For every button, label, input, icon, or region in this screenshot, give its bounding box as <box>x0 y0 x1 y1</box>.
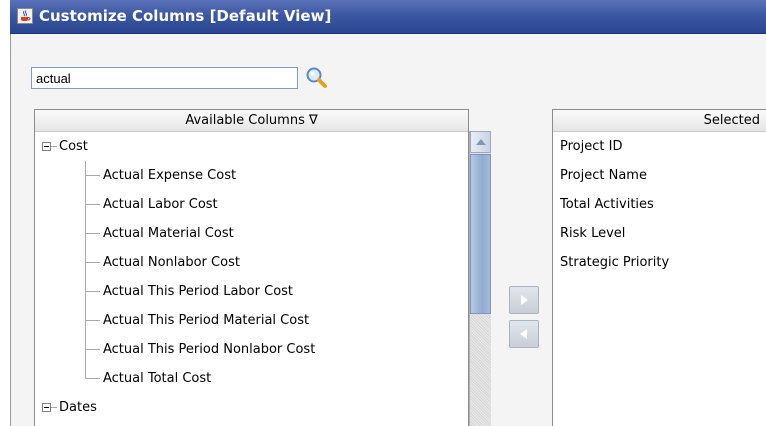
tree-connector <box>86 175 100 176</box>
arrow-up-icon <box>476 139 486 145</box>
list-item[interactable]: Actual This Period Material Cost <box>35 306 468 335</box>
add-column-button[interactable] <box>509 286 539 314</box>
tree-category-dates[interactable]: Dates <box>35 393 468 422</box>
tree-connector <box>86 378 100 379</box>
column-label: Actual Labor Cost <box>103 197 218 212</box>
list-item[interactable]: Actual Expense Cost <box>35 161 468 190</box>
available-columns-panel: Available Columns ∇ Cost Actual Expense … <box>34 109 469 426</box>
tree-connector <box>86 349 100 350</box>
window-title: Customize Columns [Default View] <box>39 7 332 25</box>
list-item[interactable]: Actual Labor Cost <box>35 190 468 219</box>
tree-connector <box>86 291 100 292</box>
tree-category-cost[interactable]: Cost <box>35 132 468 161</box>
search-input[interactable] <box>31 67 298 89</box>
column-label: Actual Total Cost <box>103 371 212 386</box>
tree-connector <box>86 233 100 234</box>
collapse-icon[interactable] <box>42 403 51 412</box>
list-item[interactable]: Actual Total Cost <box>35 364 468 393</box>
available-columns-header[interactable]: Available Columns ∇ <box>35 110 468 132</box>
remove-column-button[interactable] <box>509 320 539 348</box>
tree-connector <box>51 407 57 408</box>
list-item[interactable]: Risk Level <box>560 219 625 248</box>
selected-columns-header[interactable]: Selected <box>553 110 766 132</box>
customize-columns-dialog: Customize Columns [Default View] Availab… <box>0 0 766 426</box>
list-item[interactable]: Total Activities <box>560 190 654 219</box>
scroll-up-button[interactable] <box>470 131 491 153</box>
search-button[interactable] <box>303 64 331 92</box>
list-item[interactable]: Actual This Period Labor Cost <box>35 277 468 306</box>
tree-connector <box>86 320 100 321</box>
scroll-thumb[interactable] <box>470 154 491 314</box>
arrow-right-icon <box>521 295 528 305</box>
column-label: Actual Nonlabor Cost <box>103 255 240 270</box>
arrow-left-icon <box>520 329 527 339</box>
list-item[interactable]: Strategic Priority <box>560 248 669 277</box>
tree-connector <box>86 262 100 263</box>
available-columns-scrollbar[interactable] <box>469 131 491 426</box>
collapse-icon[interactable] <box>42 142 51 151</box>
java-cup-icon <box>17 8 33 24</box>
window-frame-left <box>0 0 10 426</box>
column-label: Actual This Period Labor Cost <box>103 284 294 299</box>
column-label: Actual Material Cost <box>103 226 234 241</box>
window-frame-border <box>10 33 11 426</box>
list-item[interactable]: Actual This Period Nonlabor Cost <box>35 335 468 364</box>
list-item[interactable]: Project Name <box>560 161 647 190</box>
category-label: Cost <box>59 139 88 154</box>
magnifier-icon <box>303 67 331 95</box>
column-label: Actual This Period Material Cost <box>103 313 310 328</box>
list-item[interactable]: Actual Material Cost <box>35 219 468 248</box>
list-item[interactable]: Actual Nonlabor Cost <box>35 248 468 277</box>
title-bar[interactable]: Customize Columns [Default View] <box>10 0 766 34</box>
column-label: Actual This Period Nonlabor Cost <box>103 342 316 357</box>
available-columns-tree: Cost Actual Expense Cost Actual Labor Co… <box>35 132 468 426</box>
selected-columns-panel: Selected Project ID Project Name Total A… <box>552 109 766 426</box>
column-label: Actual Expense Cost <box>103 168 237 183</box>
list-item[interactable]: Project ID <box>560 132 622 161</box>
tree-connector <box>86 204 100 205</box>
category-label: Dates <box>59 400 97 415</box>
selected-columns-list: Project ID Project Name Total Activities… <box>553 132 766 426</box>
tree-connector <box>51 146 57 147</box>
